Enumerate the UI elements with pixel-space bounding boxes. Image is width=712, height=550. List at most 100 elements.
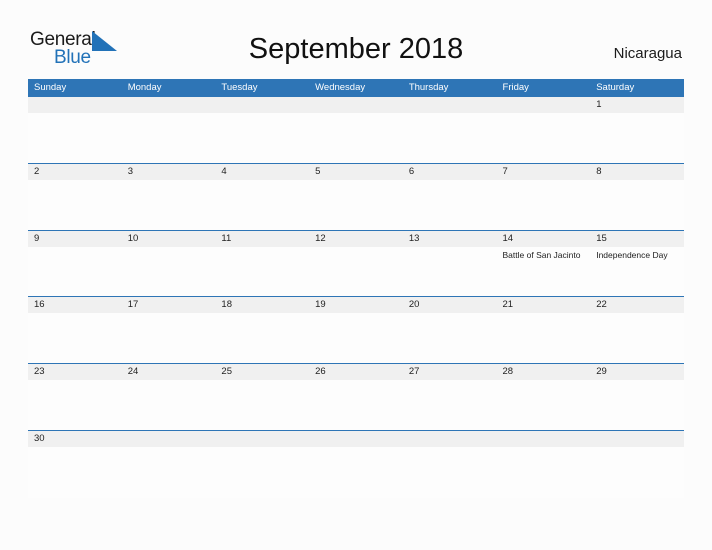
day-cell[interactable]: 2 <box>28 164 122 180</box>
day-number: 7 <box>502 165 508 177</box>
day-cell[interactable] <box>28 97 122 113</box>
event-cell[interactable] <box>403 380 497 383</box>
day-cell[interactable] <box>403 97 497 113</box>
event-cell[interactable] <box>309 447 403 450</box>
event-cell[interactable] <box>28 313 122 316</box>
day-cell[interactable]: 7 <box>497 164 591 180</box>
day-number: 12 <box>315 232 326 244</box>
day-number: 15 <box>596 232 607 244</box>
day-cell[interactable]: 25 <box>215 364 309 380</box>
event-cell[interactable] <box>590 180 684 183</box>
event-cell[interactable] <box>215 247 309 261</box>
day-cell[interactable]: 30 <box>28 431 122 447</box>
day-cell[interactable]: 17 <box>122 297 216 313</box>
event-cell[interactable] <box>309 380 403 383</box>
event-cell[interactable] <box>122 180 216 183</box>
day-cell[interactable] <box>497 97 591 113</box>
day-cell[interactable]: 16 <box>28 297 122 313</box>
event-cell[interactable] <box>309 247 403 261</box>
event-cell[interactable] <box>497 313 591 316</box>
day-number <box>315 431 403 447</box>
day-number: 16 <box>34 299 45 311</box>
day-cell[interactable]: 20 <box>403 297 497 313</box>
day-cell[interactable] <box>215 431 309 447</box>
day-cell[interactable] <box>590 431 684 447</box>
event-cell[interactable] <box>122 313 216 316</box>
day-cell[interactable]: 24 <box>122 364 216 380</box>
day-cell[interactable]: 15 <box>590 231 684 247</box>
day-cell[interactable]: 11 <box>215 231 309 247</box>
day-cell[interactable] <box>122 97 216 113</box>
day-number: 10 <box>127 232 139 244</box>
day-cell[interactable]: 28 <box>497 364 591 380</box>
day-number <box>409 97 497 113</box>
day-cell[interactable] <box>122 431 216 447</box>
event-cell[interactable] <box>403 313 497 316</box>
event-cell-independence-day[interactable]: Independence Day <box>590 247 684 261</box>
event-cell[interactable] <box>497 447 591 450</box>
event-cell[interactable] <box>28 113 122 116</box>
event-cell[interactable] <box>403 247 497 261</box>
day-cell[interactable]: 1 <box>590 97 684 113</box>
event-cell[interactable] <box>309 313 403 316</box>
event-cell[interactable] <box>309 113 403 116</box>
event-cell[interactable] <box>215 180 309 183</box>
day-number: 2 <box>34 165 40 177</box>
event-cell[interactable] <box>122 447 216 450</box>
event-cell[interactable] <box>590 380 684 383</box>
page-header: General Blue September 2018 Nicaragua <box>0 0 712 79</box>
day-cell[interactable]: 18 <box>215 297 309 313</box>
event-cell[interactable] <box>28 247 122 261</box>
event-cell[interactable] <box>28 447 122 450</box>
event-cell[interactable] <box>403 447 497 450</box>
event-cell[interactable] <box>403 113 497 116</box>
day-number: 23 <box>34 366 45 378</box>
week-date-band: 23 24 25 26 27 28 29 <box>28 364 684 381</box>
event-cell[interactable] <box>590 313 684 316</box>
day-cell[interactable]: 14 <box>497 231 591 247</box>
day-cell[interactable]: 8 <box>590 164 684 180</box>
day-cell[interactable]: 4 <box>215 164 309 180</box>
day-cell[interactable]: 27 <box>403 364 497 380</box>
day-cell[interactable]: 6 <box>403 164 497 180</box>
event-cell[interactable] <box>122 380 216 383</box>
event-cell[interactable] <box>28 380 122 383</box>
event-cell[interactable] <box>403 180 497 183</box>
day-cell[interactable]: 21 <box>497 297 591 313</box>
event-cell[interactable] <box>590 447 684 450</box>
day-cell[interactable]: 23 <box>28 364 122 380</box>
event-cell[interactable] <box>497 180 591 183</box>
event-cell[interactable] <box>309 180 403 183</box>
event-cell[interactable] <box>28 180 122 183</box>
day-number <box>128 431 216 447</box>
day-cell[interactable]: 22 <box>590 297 684 313</box>
event-cell[interactable] <box>215 380 309 383</box>
day-cell[interactable]: 5 <box>309 164 403 180</box>
country-label: Nicaragua <box>613 45 682 62</box>
event-cell[interactable] <box>215 113 309 116</box>
event-cell[interactable] <box>497 380 591 383</box>
day-cell[interactable]: 13 <box>403 231 497 247</box>
event-cell[interactable] <box>122 113 216 116</box>
event-cell[interactable] <box>497 113 591 116</box>
day-number: 18 <box>221 299 232 311</box>
event-cell[interactable] <box>215 313 309 316</box>
day-cell[interactable]: 3 <box>122 164 216 180</box>
event-cell[interactable] <box>122 247 216 261</box>
event-cell[interactable] <box>215 447 309 450</box>
day-cell[interactable]: 29 <box>590 364 684 380</box>
event-cell-battle-of-san-jacinto[interactable]: Battle of San Jacinto <box>497 247 591 261</box>
day-number: 29 <box>596 366 607 378</box>
day-cell[interactable] <box>215 97 309 113</box>
day-cell[interactable]: 12 <box>309 231 403 247</box>
day-cell[interactable]: 26 <box>309 364 403 380</box>
day-cell[interactable] <box>403 431 497 447</box>
day-cell[interactable] <box>497 431 591 447</box>
week-date-band: 9 10 11 12 13 14 15 <box>28 230 684 247</box>
day-cell[interactable]: 10 <box>122 231 216 247</box>
day-cell[interactable]: 9 <box>28 231 122 247</box>
day-cell[interactable]: 19 <box>309 297 403 313</box>
day-cell[interactable] <box>309 97 403 113</box>
day-cell[interactable] <box>309 431 403 447</box>
event-cell[interactable] <box>590 113 684 116</box>
